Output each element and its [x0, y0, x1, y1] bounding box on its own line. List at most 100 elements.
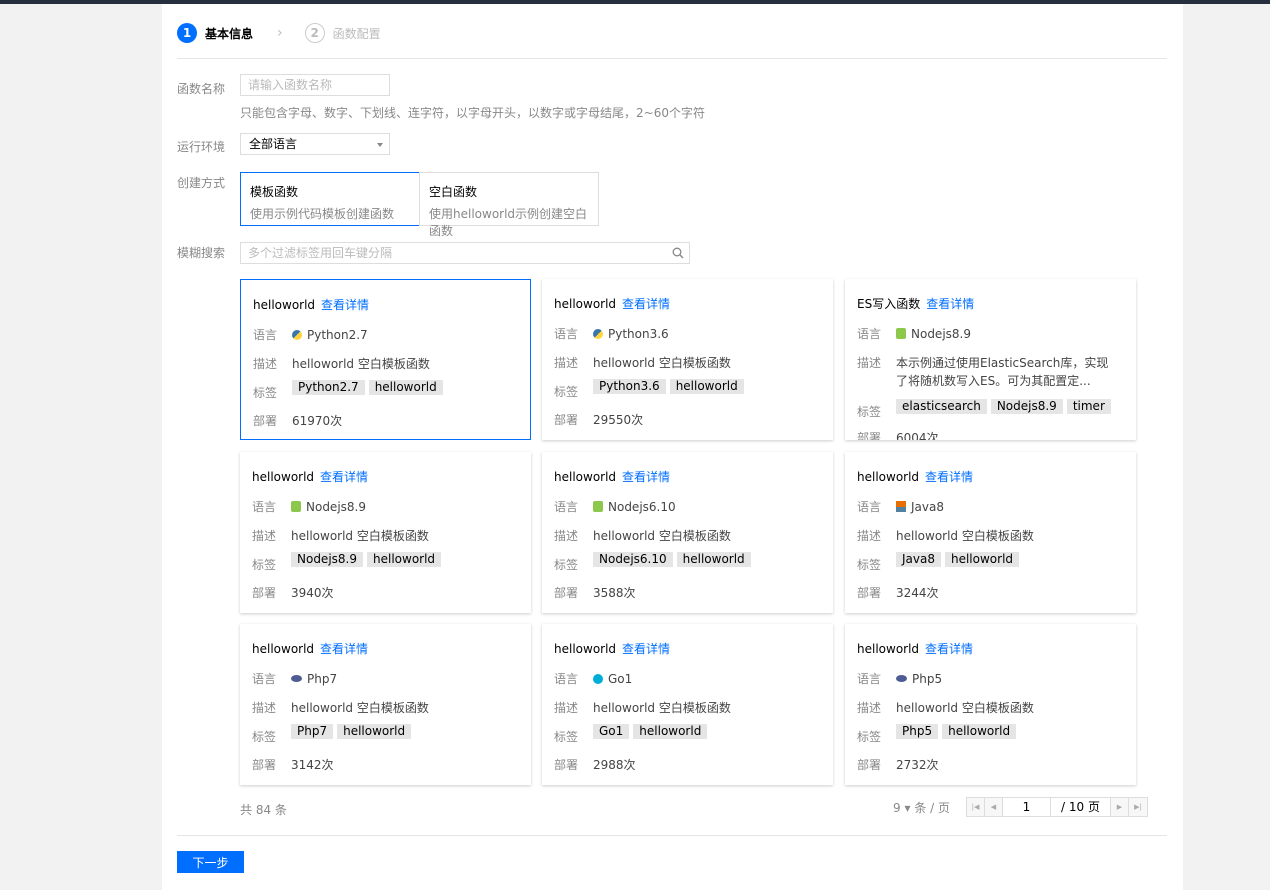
tag[interactable]: helloworld [368, 380, 443, 395]
card-tags-row: 标签 Nodejs8.9 helloworld [252, 552, 445, 573]
caret-down-icon [377, 143, 383, 147]
card-title-text: helloworld [253, 298, 316, 312]
view-details-link[interactable]: 查看详情 [925, 470, 973, 484]
desc-value: 本示例通过使用ElasticSearch库，实现了将随机数写入ES。可为其配置定… [896, 356, 1109, 388]
tags-key: 标签 [857, 730, 882, 744]
card-desc-row: 描述 helloworld 空白模板函数 [857, 699, 1034, 716]
tag[interactable]: Nodejs6.10 [593, 552, 673, 567]
runtime-select-value: 全部语言 [249, 137, 298, 151]
desc-key: 描述 [554, 529, 579, 543]
desc-key: 描述 [252, 529, 277, 543]
first-page-icon[interactable]: |◀ [967, 798, 985, 816]
card-title-text: helloworld [857, 470, 920, 484]
view-details-link[interactable]: 查看详情 [622, 297, 670, 311]
desc-value: helloworld 空白模板函数 [291, 701, 429, 715]
template-function-option[interactable]: 模板函数 使用示例代码模板创建函数 [240, 172, 420, 226]
deploy-key: 部署 [857, 586, 882, 600]
tag[interactable]: helloworld [367, 552, 442, 567]
card-desc-row: 描述 helloworld 空白模板函数 [554, 527, 731, 544]
php-icon [291, 675, 302, 682]
deploy-count: 6004次 [896, 431, 939, 440]
card-title-text: helloworld [554, 642, 617, 656]
tag[interactable]: elasticsearch [896, 399, 987, 414]
template-card[interactable]: helloworld 查看详情 语言 Go1 描述 helloworld 空白模板… [542, 624, 833, 785]
card-lang-row: 语言 Php7 [252, 670, 337, 687]
card-title: helloworld 查看详情 [857, 640, 973, 657]
step-2-number: 2 [304, 23, 325, 43]
next-step-button[interactable]: 下一步 [177, 851, 244, 873]
card-tags-row: 标签 Php5 helloworld [857, 724, 1020, 745]
view-details-link[interactable]: 查看详情 [622, 470, 670, 484]
runtime-select[interactable]: 全部语言 [240, 133, 390, 155]
view-details-link[interactable]: 查看详情 [925, 642, 973, 656]
template-card[interactable]: ES写入函数 查看详情 语言 Nodejs8.9 描述 本示例通过使用Elasti… [845, 279, 1136, 440]
tag[interactable]: Php7 [291, 724, 334, 739]
card-desc-row: 描述 helloworld 空白模板函数 [554, 699, 731, 716]
card-deploy-row: 部署 29550次 [554, 411, 643, 428]
desc-value: helloworld 空白模板函数 [593, 529, 731, 543]
deploy-key: 部署 [252, 586, 277, 600]
blank-function-option[interactable]: 空白函数 使用helloworld示例创建空白函数 [419, 172, 599, 238]
tag[interactable]: helloworld [337, 724, 412, 739]
pagination: 9 ▾ 条 / 页 |◀ ◀ 1 / 10 页 ▶ ▶| [893, 797, 1148, 817]
view-details-link[interactable]: 查看详情 [320, 642, 368, 656]
template-card[interactable]: helloworld 查看详情 语言 Php7 描述 helloworld 空白模… [240, 624, 531, 785]
lang-value: Python2.7 [307, 327, 368, 342]
tag[interactable]: helloworld [669, 379, 744, 394]
tag[interactable]: helloworld [942, 724, 1017, 739]
create-mode-label: 创建方式 [177, 176, 226, 190]
function-name-hint: 只能包含字母、数字、下划线、连字符，以字母开头，以数字或字母结尾，2~60个字符 [240, 106, 705, 120]
view-details-link[interactable]: 查看详情 [622, 642, 670, 656]
tag[interactable]: helloworld [633, 724, 708, 739]
template-card[interactable]: helloworld 查看详情 语言 Nodejs8.9 描述 helloworl… [240, 452, 531, 613]
tag[interactable]: helloworld [944, 552, 1020, 567]
tag[interactable]: Php5 [896, 724, 939, 739]
lang-key: 语言 [252, 672, 277, 686]
page-number-input[interactable]: 1 [1003, 798, 1051, 816]
main-panel: 1 基本信息 › 2 函数配置 函数名称 只能包含字母、数字、下划线、连字符，以… [162, 4, 1183, 890]
deploy-key: 部署 [857, 431, 882, 440]
desc-key: 描述 [252, 701, 277, 715]
tag[interactable]: Python3.6 [593, 379, 666, 394]
tag[interactable]: timer [1066, 399, 1111, 414]
next-page-icon[interactable]: ▶ [1111, 798, 1129, 816]
lang-value: Python3.6 [608, 326, 669, 341]
tag[interactable]: Nodejs8.9 [291, 552, 363, 567]
template-card[interactable]: helloworld 查看详情 语言 Java8 描述 helloworld 空白… [845, 452, 1136, 613]
total-count: 共 84 条 [240, 803, 287, 817]
step-1-number: 1 [177, 23, 197, 43]
template-card[interactable]: helloworld 查看详情 语言 Python2.7 描述 helloworl… [240, 279, 531, 440]
card-title-text: helloworld [252, 642, 315, 656]
view-details-link[interactable]: 查看详情 [320, 470, 368, 484]
deploy-count: 29550次 [593, 413, 644, 427]
tag[interactable]: Go1 [593, 724, 630, 739]
tag[interactable]: helloworld [676, 552, 751, 567]
function-name-label: 函数名称 [177, 82, 226, 96]
search-icon[interactable] [672, 247, 684, 259]
deploy-key: 部署 [253, 414, 278, 428]
view-details-link[interactable]: 查看详情 [926, 297, 974, 311]
last-page-icon[interactable]: ▶| [1129, 798, 1147, 816]
card-title-text: helloworld [554, 297, 617, 311]
deploy-count: 3588次 [593, 586, 636, 600]
search-box [240, 242, 690, 264]
card-desc-row: 描述 helloworld 空白模板函数 [857, 527, 1034, 544]
card-tags-row: 标签 Nodejs6.10 helloworld [554, 552, 755, 573]
page-size-select[interactable]: 9 ▾ 条 / 页 [893, 799, 950, 816]
lang-key: 语言 [554, 327, 579, 341]
steps: 1 基本信息 › 2 函数配置 [177, 22, 381, 44]
mode-title: 模板函数 [250, 185, 299, 199]
tag[interactable]: Python2.7 [292, 380, 365, 395]
search-input[interactable] [241, 243, 661, 263]
view-details-link[interactable]: 查看详情 [321, 298, 369, 312]
deploy-count: 2732次 [896, 758, 939, 772]
mode-desc: 使用示例代码模板创建函数 [250, 207, 395, 221]
function-name-input[interactable] [240, 74, 390, 96]
template-card[interactable]: helloworld 查看详情 语言 Php5 描述 helloworld 空白模… [845, 624, 1136, 785]
tag[interactable]: Nodejs8.9 [990, 399, 1063, 414]
prev-page-icon[interactable]: ◀ [985, 798, 1003, 816]
tags-key: 标签 [253, 386, 278, 400]
tag[interactable]: Java8 [896, 552, 941, 567]
template-card[interactable]: helloworld 查看详情 语言 Nodejs6.10 描述 hellowor… [542, 452, 833, 613]
template-card[interactable]: helloworld 查看详情 语言 Python3.6 描述 helloworl… [542, 279, 833, 440]
